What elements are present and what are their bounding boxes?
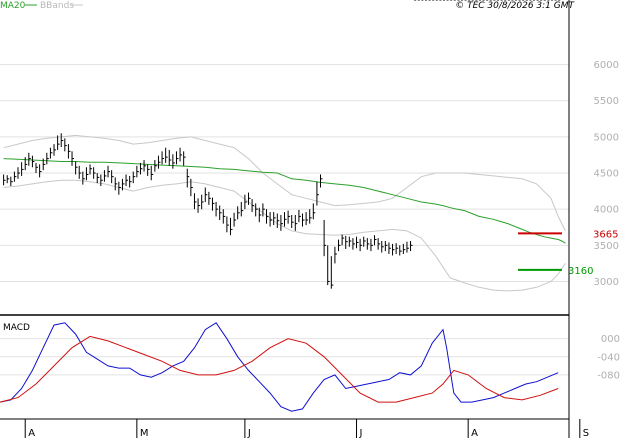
y-tick-label: 5500 (594, 96, 619, 107)
x-tick-label: S (583, 428, 589, 439)
x-tick-label: J (247, 428, 251, 439)
resistance-label: 3665 (593, 229, 618, 240)
macd-y-tick-label: -080 (597, 370, 620, 381)
x-tick-label: M (140, 428, 149, 439)
x-tick-label: J (359, 428, 363, 439)
legend-ma20-label: MA20 (0, 1, 26, 11)
y-tick-label: 4500 (594, 169, 619, 180)
y-tick-label: 3500 (594, 241, 619, 252)
stock-chart: 3000 3500 4000 4500 5000 5500 6000 3665 3160 00… (0, 0, 627, 440)
macd-title: MACD (3, 323, 30, 333)
y-tick-label: 5000 (594, 132, 619, 143)
y-tick-label: 3000 (594, 277, 619, 288)
x-tick-label: A (28, 428, 35, 439)
legend-bbands-label: BBands (40, 1, 74, 11)
chart-background (0, 0, 627, 440)
copyright-text: © TEC 30/8/2026 3:1 GMT (455, 1, 575, 11)
macd-y-tick-label: 000 (601, 334, 620, 345)
y-tick-label: 6000 (594, 60, 619, 71)
y-tick-label: 4000 (594, 205, 619, 216)
support-label: 3160 (568, 266, 593, 277)
macd-y-tick-label: -040 (597, 352, 620, 363)
x-tick-label: A (471, 428, 478, 439)
